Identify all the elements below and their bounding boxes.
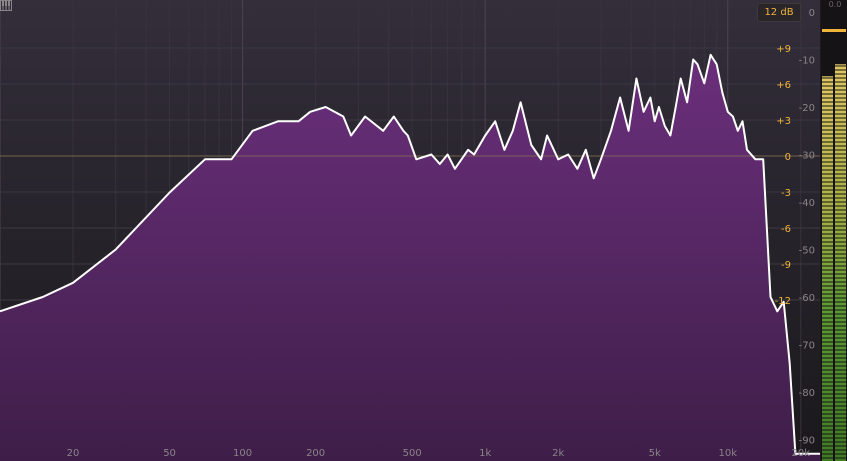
level-tick-label: -20 bbox=[799, 103, 815, 114]
level-tick-label: -70 bbox=[799, 341, 815, 352]
eq-tick-label: 0 bbox=[785, 152, 791, 163]
meter-segments bbox=[821, 1, 847, 459]
level-tick-label: -50 bbox=[799, 246, 815, 257]
eq-tick-label: -3 bbox=[781, 188, 791, 199]
freq-tick-label: 2k bbox=[552, 448, 564, 459]
freq-tick-label: 20 bbox=[67, 448, 80, 459]
meter-peak-hold bbox=[822, 29, 846, 32]
eq-tick-label: -12 bbox=[775, 296, 791, 307]
freq-tick-label: 500 bbox=[403, 448, 422, 459]
eq-tick-label: -9 bbox=[781, 260, 791, 271]
range-button[interactable]: 12 dB bbox=[757, 3, 801, 22]
freq-tick-label: 100 bbox=[233, 448, 252, 459]
eq-tick-label: +9 bbox=[776, 44, 791, 55]
eq-tick-label: +6 bbox=[776, 80, 791, 91]
freq-tick-label: 200 bbox=[306, 448, 325, 459]
level-tick-label: -30 bbox=[799, 151, 815, 162]
level-tick-label: 0 bbox=[809, 8, 815, 19]
eq-tick-label: +3 bbox=[776, 116, 791, 127]
spectrum-display[interactable]: 20 50 100 200 500 1k 2k 5k 10k 20k +9+6+30-3-6-9-… bbox=[0, 0, 847, 461]
freq-tick-label: 20k bbox=[792, 448, 811, 459]
level-meter bbox=[821, 0, 847, 461]
meter-peak-readout: 0.0 bbox=[828, 0, 842, 9]
freq-tick-label: 50 bbox=[163, 448, 176, 459]
level-tick-label: -40 bbox=[799, 198, 815, 209]
spectrum-analyzer[interactable]: 20 50 100 200 500 1k 2k 5k 10k 20k +9 +6 +3 0 -3 -6 -9-… bbox=[0, 0, 847, 461]
piano-keyboard-icon[interactable] bbox=[0, 0, 12, 11]
freq-tick-label: 1k bbox=[479, 448, 491, 459]
level-tick-label: -10 bbox=[799, 56, 815, 67]
level-tick-label: -80 bbox=[799, 388, 815, 399]
freq-tick-label: 5k bbox=[649, 448, 661, 459]
level-tick-label: -60 bbox=[799, 293, 815, 304]
level-tick-label: -90 bbox=[799, 436, 815, 447]
freq-tick-label: 10k bbox=[719, 448, 738, 459]
eq-tick-label: -6 bbox=[781, 224, 791, 235]
meter-bar-right bbox=[835, 64, 846, 461]
